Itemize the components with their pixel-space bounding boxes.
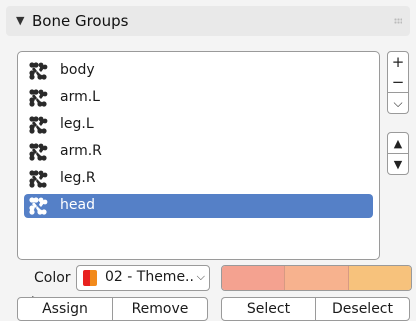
bone-group-item[interactable]: head <box>24 194 373 218</box>
chevron-down-icon: ⌵ <box>196 270 205 283</box>
bone-group-item[interactable]: arm.R <box>24 140 373 164</box>
chevron-down-icon: ⌵ <box>393 95 403 110</box>
move-down-button[interactable]: ▼ <box>387 153 409 175</box>
panel-title: Bone Groups <box>32 12 129 30</box>
bone-group-item[interactable]: leg.R <box>24 167 373 191</box>
add-group-button[interactable]: + <box>387 51 409 73</box>
bone-group-label: leg.R <box>60 170 96 186</box>
bone-group-icon <box>28 88 48 108</box>
color-label: Color <box>34 270 71 286</box>
bone-group-icon <box>28 142 48 162</box>
select-button[interactable]: Select <box>221 297 316 321</box>
panel-header-bone-groups[interactable]: ▼ Bone Groups <box>6 6 410 36</box>
bone-group-list[interactable]: body arm.L leg.L arm.R leg.R head <box>17 51 380 304</box>
deselect-button[interactable]: Deselect <box>315 297 410 321</box>
color-swatches[interactable] <box>221 265 412 291</box>
bone-group-label: leg.L <box>60 116 94 132</box>
bone-group-item[interactable]: leg.L <box>24 113 373 137</box>
assign-button[interactable]: Assign <box>17 297 113 321</box>
color-set-dropdown[interactable]: 02 - Theme.. ⌵ <box>76 265 210 291</box>
plus-icon: + <box>391 53 405 71</box>
triangle-up-icon: ▲ <box>393 136 403 150</box>
drag-grip-icon[interactable] <box>394 18 402 24</box>
theme-color-swatch-icon <box>83 270 97 286</box>
bone-group-label: head <box>60 197 95 213</box>
active-color-swatch[interactable] <box>347 266 411 290</box>
collapse-arrow-icon[interactable]: ▼ <box>16 14 24 27</box>
bone-group-icon <box>28 169 48 189</box>
remove-button[interactable]: Remove <box>112 297 208 321</box>
bone-group-icon <box>28 196 48 216</box>
select-color-swatch[interactable] <box>284 266 348 290</box>
specials-menu-button[interactable]: ⌵ <box>387 93 409 114</box>
color-set-value: 02 - Theme.. <box>105 269 194 285</box>
bone-group-label: body <box>60 62 95 78</box>
bone-group-icon <box>28 115 48 135</box>
bone-group-item[interactable]: body <box>24 59 373 83</box>
bone-group-label: arm.R <box>60 143 102 159</box>
move-up-button[interactable]: ▲ <box>387 132 409 154</box>
bone-group-icon <box>28 61 48 81</box>
normal-color-swatch[interactable] <box>222 266 285 290</box>
bone-group-label: arm.L <box>60 89 100 105</box>
minus-icon: − <box>391 73 405 91</box>
remove-group-button[interactable]: − <box>387 72 409 93</box>
triangle-down-icon: ▼ <box>393 157 403 171</box>
bone-group-item[interactable]: arm.L <box>24 86 373 110</box>
